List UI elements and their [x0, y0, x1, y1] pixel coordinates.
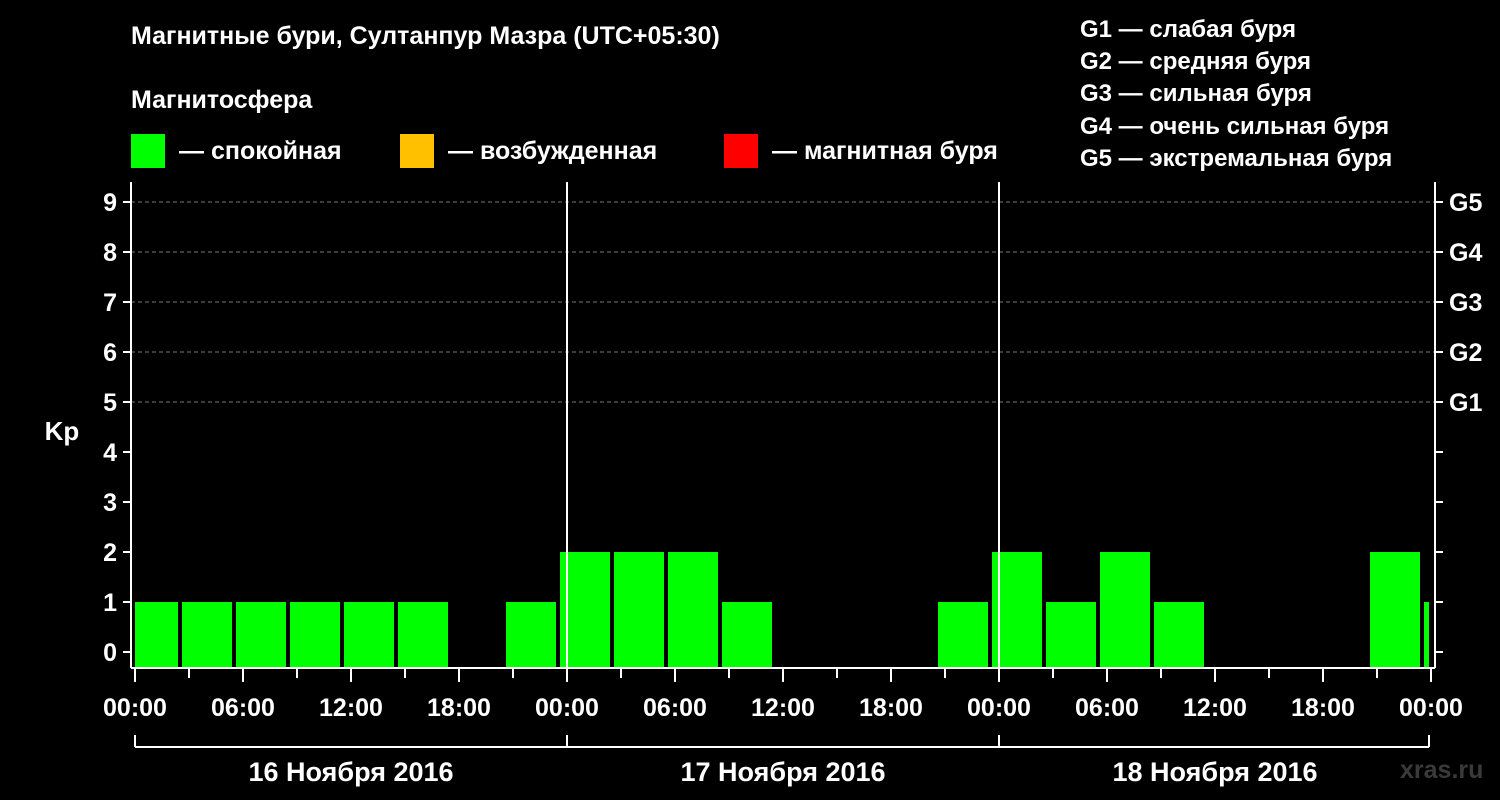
y-tick-label: 3 [103, 489, 117, 517]
y-tick-label: 1 [103, 589, 117, 617]
x-tick-label: 00:00 [103, 694, 167, 722]
g-level-label: G2 [1449, 339, 1482, 367]
kp-bar-chart: 0 1 2 3 4 5 6 7 8 9 G1 G2 G3 G4 G5 Kp 00:00 06:00 12:00 18:… [45, 182, 1482, 787]
kp-bar [182, 602, 232, 668]
kp-bar [135, 602, 178, 668]
x-tick-label: 06:00 [211, 694, 275, 722]
y-tick-label: 5 [103, 389, 117, 417]
g-level-label: G3 [1449, 289, 1482, 317]
day-label: 17 Ноября 2016 [680, 757, 885, 787]
y-tick-label: 9 [103, 189, 117, 217]
x-tick-label: 12:00 [319, 694, 383, 722]
x-tick-label: 06:00 [643, 694, 707, 722]
g-level-label: G5 [1449, 189, 1482, 217]
y-tick-label: 0 [103, 639, 117, 667]
g-level-label: G1 [1449, 389, 1482, 417]
x-tick-label: 00:00 [535, 694, 599, 722]
kp-bar [1100, 552, 1150, 668]
x-tick-label: 12:00 [751, 694, 815, 722]
kp-bar [236, 602, 286, 668]
y-axis-label: Kp [45, 416, 80, 446]
kp-bar [1046, 602, 1096, 668]
x-tick-label: 06:00 [1075, 694, 1139, 722]
kp-bar [1424, 602, 1429, 668]
day-label: 18 Ноября 2016 [1112, 757, 1317, 787]
kp-bar [938, 602, 988, 668]
kp-bar [1154, 602, 1204, 668]
y-tick-label: 4 [103, 439, 117, 467]
kp-bar [614, 552, 664, 668]
x-tick-label: 18:00 [1291, 694, 1355, 722]
y-tick-label: 7 [103, 289, 117, 317]
kp-bar [290, 602, 340, 668]
x-tick-label: 12:00 [1183, 694, 1247, 722]
x-tick-label: 00:00 [967, 694, 1031, 722]
kp-bar [344, 602, 394, 668]
x-tick-label: 18:00 [427, 694, 491, 722]
day-label: 16 Ноября 2016 [248, 757, 453, 787]
y-tick-label: 8 [103, 239, 117, 267]
kp-bar [1370, 552, 1420, 668]
g-level-label: G4 [1449, 239, 1482, 267]
kp-bar [506, 602, 556, 668]
kp-bar [398, 602, 448, 668]
x-tick-label: 00:00 [1399, 694, 1463, 722]
watermark: xras.ru [1400, 756, 1484, 784]
y-tick-label: 6 [103, 339, 117, 367]
kp-bar [722, 602, 772, 668]
kp-bar [668, 552, 718, 668]
x-tick-label: 18:00 [859, 694, 923, 722]
y-tick-label: 2 [103, 539, 117, 567]
